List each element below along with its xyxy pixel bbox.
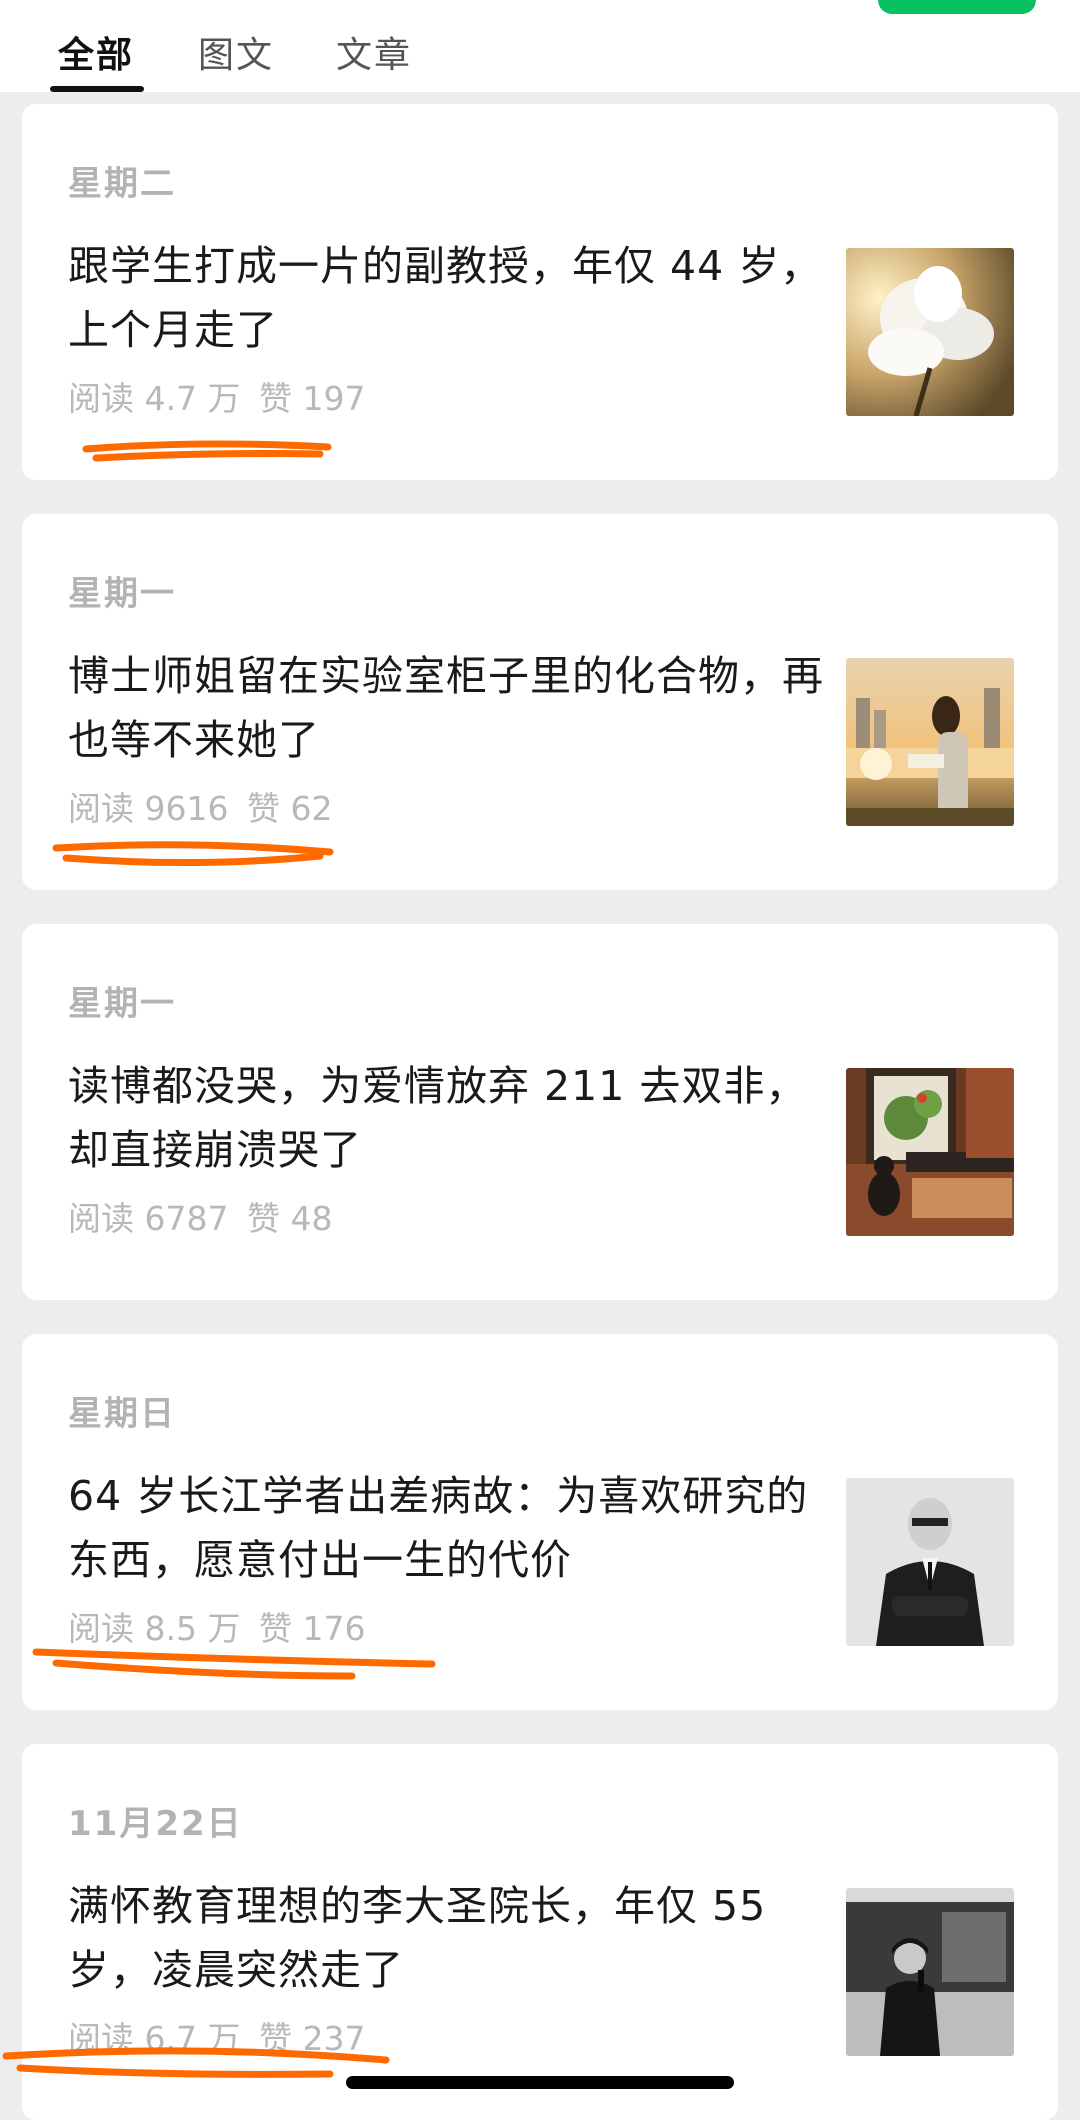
white-magnolia-flower-icon[interactable] <box>846 248 1014 416</box>
tab-all[interactable]: 全部 <box>58 26 134 78</box>
article-title[interactable]: 读博都没哭，为爱情放弃 211 去双非，却直接崩溃哭了 <box>68 1054 828 1182</box>
like-count: 赞 237 <box>258 2019 366 2058</box>
article-title[interactable]: 博士师姐留在实验室柜子里的化合物，再也等不来她了 <box>68 644 828 772</box>
tab-image-text[interactable]: 图文 <box>198 26 274 78</box>
article-stats: 阅读 6.7 万 赞 237 <box>68 2012 373 2060</box>
article-stats: 阅读 4.7 万 赞 197 <box>68 372 373 420</box>
article-title[interactable]: 跟学生打成一片的副教授，年仅 44 岁，上个月走了 <box>68 234 828 362</box>
like-count: 赞 176 <box>258 1609 366 1648</box>
cat-on-brick-wall-icon[interactable] <box>846 1068 1014 1236</box>
article-stats: 阅读 9616 赞 62 <box>68 782 340 830</box>
like-count: 赞 197 <box>258 379 366 418</box>
article-card[interactable]: 星期一 博士师姐留在实验室柜子里的化合物，再也等不来她了 阅读 9616 赞 6… <box>22 514 1058 890</box>
article-card[interactable]: 11月22日 满怀教育理想的李大圣院长，年仅 55 岁，凌晨突然走了 阅读 6.… <box>22 1744 1058 2120</box>
read-count: 阅读 9616 <box>68 789 229 828</box>
like-count: 赞 62 <box>246 789 333 828</box>
article-title[interactable]: 64 岁长江学者出差病故：为喜欢研究的东西，愿意付出一生的代价 <box>68 1464 828 1592</box>
tab-articles[interactable]: 文章 <box>336 26 412 78</box>
active-tab-indicator <box>50 86 144 92</box>
woman-reading-by-river-icon[interactable] <box>846 658 1014 826</box>
home-indicator[interactable] <box>346 2076 734 2089</box>
read-count: 阅读 8.5 万 <box>68 1609 241 1648</box>
man-in-suit-portrait-icon[interactable] <box>846 1478 1014 1646</box>
article-card[interactable]: 星期日 64 岁长江学者出差病故：为喜欢研究的东西，愿意付出一生的代价 阅读 8… <box>22 1334 1058 1710</box>
speaker-with-microphone-icon[interactable] <box>846 1888 1014 2056</box>
follow-button[interactable] <box>878 0 1036 14</box>
article-date: 星期一 <box>68 984 176 1024</box>
top-tab-bar: 全部 图文 文章 <box>0 0 1080 92</box>
read-count: 阅读 4.7 万 <box>68 379 241 418</box>
article-title[interactable]: 满怀教育理想的李大圣院长，年仅 55 岁，凌晨突然走了 <box>68 1874 828 2002</box>
like-count: 赞 48 <box>246 1199 333 1238</box>
article-stats: 阅读 8.5 万 赞 176 <box>68 1602 373 1650</box>
article-date: 星期一 <box>68 574 176 614</box>
read-count: 阅读 6787 <box>68 1199 229 1238</box>
article-stats: 阅读 6787 赞 48 <box>68 1192 340 1240</box>
article-card[interactable]: 星期二 跟学生打成一片的副教授，年仅 44 岁，上个月走了 阅读 4.7 万 赞… <box>22 104 1058 480</box>
read-count: 阅读 6.7 万 <box>68 2019 241 2058</box>
article-card[interactable]: 星期一 读博都没哭，为爱情放弃 211 去双非，却直接崩溃哭了 阅读 6787 … <box>22 924 1058 1300</box>
article-date: 11月22日 <box>68 1804 243 1844</box>
article-date: 星期二 <box>68 164 176 204</box>
article-date: 星期日 <box>68 1394 176 1434</box>
